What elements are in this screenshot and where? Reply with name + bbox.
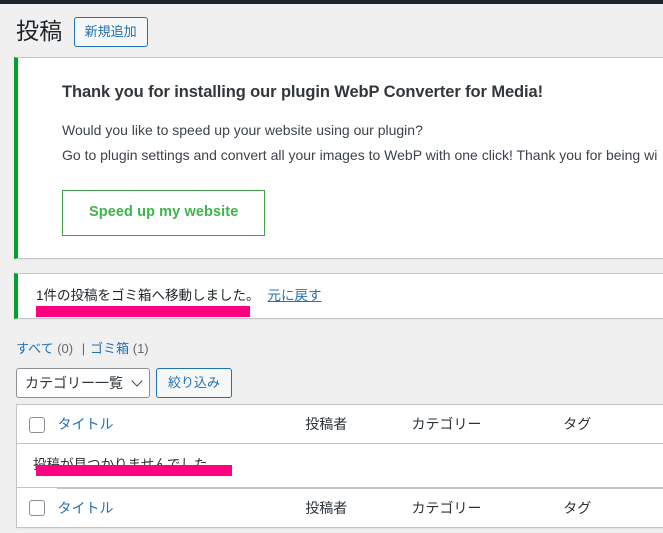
undo-trash-link[interactable]: 元に戻す	[268, 285, 322, 307]
apply-filter-button[interactable]: 絞り込み	[156, 368, 233, 398]
filter-link-trash-item: ゴミ箱 (1)	[90, 336, 149, 362]
column-header-title[interactable]: タイトル	[57, 405, 306, 445]
column-header-categories: カテゴリー	[411, 405, 564, 445]
post-trashed-message: 1件の投稿をゴミ箱へ移動しました。	[36, 288, 260, 303]
filter-link-all-label: すべて	[16, 341, 54, 356]
column-header-title-link[interactable]: タイトル	[57, 416, 113, 432]
plugin-install-notice: Thank you for installing our plugin WebP…	[14, 57, 663, 259]
highlight-mark-trash-notice	[36, 306, 250, 317]
filter-separator: |	[81, 341, 86, 356]
column-footer-categories: カテゴリー	[411, 487, 564, 527]
column-footer-title[interactable]: タイトル	[57, 487, 306, 527]
post-trashed-message-row: 1件の投稿をゴミ箱へ移動しました。 元に戻す	[18, 285, 663, 307]
filter-count-trash: (1)	[132, 341, 149, 356]
column-header-author: 投稿者	[305, 405, 412, 445]
post-trashed-notice: 1件の投稿をゴミ箱へ移動しました。 元に戻す	[14, 273, 663, 319]
no-posts-found-message: 投稿が見つかりませんでした。	[33, 457, 221, 473]
column-footer-tags: タグ	[563, 487, 663, 527]
no-posts-found-cell: 投稿が見つかりませんでした。	[17, 444, 663, 488]
select-all-checkbox-top[interactable]	[29, 417, 45, 434]
filter-link-trash[interactable]: ゴミ箱	[90, 341, 129, 356]
filter-count-all: (0)	[57, 341, 74, 356]
table-header-row: タイトル 投稿者 カテゴリー タグ	[17, 405, 663, 445]
page-title: 投稿	[16, 18, 63, 45]
column-footer-author: 投稿者	[305, 487, 412, 527]
category-filter-select[interactable]: カテゴリー一覧	[16, 368, 150, 398]
add-new-post-button[interactable]: 新規追加	[73, 17, 148, 47]
plugin-notice-line-1: Would you like to speed up your website …	[62, 122, 423, 139]
posts-table-foot: タイトル 投稿者 カテゴリー タグ	[17, 487, 663, 527]
category-select-wrapper: カテゴリー一覧	[16, 368, 150, 398]
filter-link-trash-label: ゴミ箱	[90, 341, 130, 356]
plugin-notice-line-2: Go to plugin settings and convert all yo…	[62, 146, 658, 163]
speed-up-my-website-button[interactable]: Speed up my website	[62, 190, 266, 237]
posts-table-head: タイトル 投稿者 カテゴリー タグ	[17, 405, 663, 445]
filter-link-all-item: すべて (0) |	[16, 336, 90, 362]
column-header-tags: タグ	[563, 405, 663, 445]
filter-link-all[interactable]: すべて	[16, 341, 54, 356]
column-footer-title-link[interactable]: タイトル	[57, 500, 113, 516]
posts-table-body: 投稿が見つかりませんでした。	[17, 444, 663, 488]
plugin-notice-heading: Thank you for installing our plugin WebP…	[62, 83, 543, 101]
page-header: 投稿 新規追加	[0, 4, 663, 57]
post-status-filter-links: すべて (0) | ゴミ箱 (1)	[16, 336, 663, 362]
select-all-header-cell	[17, 405, 58, 445]
table-nav-top: カテゴリー一覧 絞り込み	[16, 367, 663, 399]
posts-page-wrap: 投稿 新規追加 Thank you for installing our plu…	[0, 4, 663, 528]
table-footer-row: タイトル 投稿者 カテゴリー タグ	[17, 487, 663, 527]
select-all-footer-cell	[17, 488, 57, 527]
select-all-checkbox-bottom[interactable]	[29, 499, 45, 516]
posts-list-table: タイトル 投稿者 カテゴリー タグ 投稿が見つかりませんでした。 タイトル 投稿…	[16, 404, 663, 528]
table-row-empty: 投稿が見つかりませんでした。	[17, 444, 663, 488]
